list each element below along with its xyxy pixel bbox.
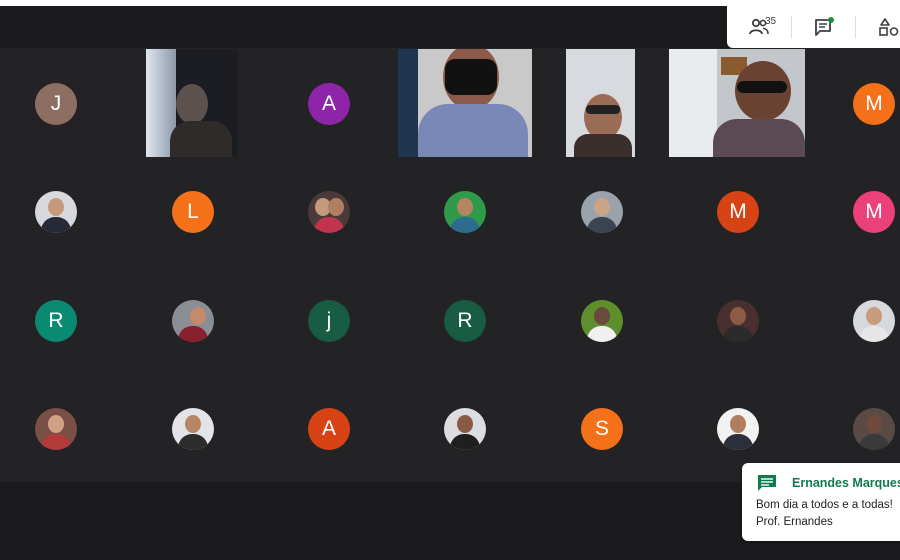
participant-avatar[interactable]: M	[717, 191, 759, 233]
participant-photo[interactable]	[581, 191, 623, 233]
toolbar-divider	[791, 16, 792, 38]
participant-avatar[interactable]: J	[35, 83, 77, 125]
participants-count: 35	[765, 16, 777, 27]
participant-avatar[interactable]: L	[172, 191, 214, 233]
participant-photo[interactable]	[35, 191, 77, 233]
participant-avatar[interactable]: R	[35, 300, 77, 342]
toolbar-divider	[855, 16, 856, 38]
chat-icon[interactable]	[812, 15, 836, 39]
participant-avatar[interactable]: S	[581, 408, 623, 450]
participant-photo[interactable]	[172, 408, 214, 450]
meeting-toolbar: 35	[727, 6, 900, 48]
participant-photo[interactable]	[717, 300, 759, 342]
participant-video[interactable]	[669, 49, 805, 157]
participant-photo[interactable]	[717, 408, 759, 450]
participant-avatar[interactable]: j	[308, 300, 350, 342]
chat-sender-name: Ernandes Marques	[792, 476, 900, 490]
chat-message-line: Bom dia a todos e a todas!	[756, 499, 893, 511]
participant-avatar[interactable]: A	[308, 408, 350, 450]
participant-photo[interactable]	[853, 408, 895, 450]
participant-avatar[interactable]: M	[853, 83, 895, 125]
participant-video[interactable]	[398, 49, 532, 157]
participant-photo[interactable]	[581, 300, 623, 342]
participant-photo[interactable]	[35, 408, 77, 450]
chat-message-text: Bom dia a todos e a todas! Prof. Ernande…	[756, 497, 900, 531]
activities-icon[interactable]	[877, 15, 900, 39]
participant-photo[interactable]	[853, 300, 895, 342]
participant-avatar[interactable]: A	[308, 83, 350, 125]
participant-photo[interactable]	[444, 408, 486, 450]
chat-notification[interactable]: Ernandes Marques Bom dia a todos e a tod…	[742, 463, 900, 541]
chat-message-icon	[756, 473, 778, 493]
participant-avatar[interactable]: R	[444, 300, 486, 342]
participant-avatar[interactable]: M	[853, 191, 895, 233]
participant-photo[interactable]	[172, 300, 214, 342]
participant-photo[interactable]	[308, 191, 350, 233]
participant-video[interactable]	[146, 49, 238, 157]
participant-video[interactable]	[566, 49, 635, 157]
chat-message-line: Prof. Ernandes	[756, 516, 833, 528]
participant-photo[interactable]	[444, 191, 486, 233]
